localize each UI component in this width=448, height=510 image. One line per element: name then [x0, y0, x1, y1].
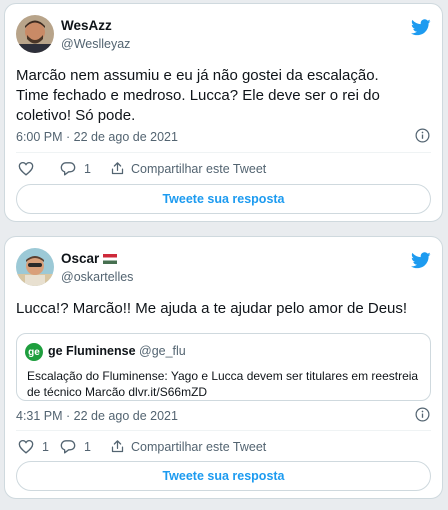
quoted-tweet[interactable]: ge ge Fluminense @ge_flu Escalação do Fl…	[16, 333, 431, 401]
divider	[16, 430, 431, 431]
quoted-display-name: ge Fluminense	[48, 344, 136, 358]
hungary-flag-icon	[103, 254, 118, 264]
tweet-text: Lucca!? Marcão!! Me ajuda a te ajudar pe…	[16, 299, 432, 319]
user-handle[interactable]: @oskartelles	[61, 270, 133, 284]
heart-icon	[18, 439, 34, 454]
reply-button[interactable]: Tweete sua resposta	[16, 184, 431, 214]
like-count: 1	[42, 439, 49, 454]
tweet-header: Oscar @oskartelles	[16, 248, 431, 288]
tweet-text-line: Lucca!? Marcão!! Me ajuda a te ajudar pe…	[16, 300, 408, 317]
avatar[interactable]	[16, 248, 54, 286]
heart-icon	[18, 161, 34, 176]
display-name-text: Oscar	[61, 251, 100, 266]
like-button[interactable]	[18, 161, 42, 176]
info-icon[interactable]	[415, 128, 430, 143]
reply-count: 1	[84, 439, 91, 454]
tweet-card: WesAzz @Weslleyaz Marcão nem assumiu e e…	[4, 3, 443, 222]
reply-count: 1	[84, 161, 91, 176]
share-label: Compartilhar este Tweet	[131, 161, 267, 176]
ge-logo-icon: ge	[25, 343, 43, 361]
tweet-actions: 1 Compartilhar este Tweet	[16, 161, 431, 181]
share-button[interactable]: Compartilhar este Tweet	[110, 439, 266, 454]
tweet-text-line: Marcão nem assumiu e eu já não gostei da…	[16, 67, 379, 84]
tweet-timestamp[interactable]: 6:00 PM · 22 de ago de 2021	[16, 130, 178, 144]
reply-button[interactable]: Tweete sua resposta	[16, 461, 431, 491]
divider	[16, 152, 431, 153]
tweet-timestamp[interactable]: 4:31 PM · 22 de ago de 2021	[16, 409, 178, 423]
quoted-handle: @ge_flu	[139, 344, 186, 358]
share-arrow-icon	[111, 440, 124, 453]
share-arrow-icon	[111, 162, 124, 175]
reply-action[interactable]: 1	[60, 161, 91, 176]
twitter-bird-icon[interactable]	[411, 19, 431, 36]
twitter-bird-icon[interactable]	[411, 252, 431, 269]
tweet-card: Oscar @oskartelles Lucca!? Marcão!! Me a…	[4, 236, 443, 499]
display-name[interactable]: Oscar	[61, 251, 118, 266]
reply-action[interactable]: 1	[60, 439, 91, 454]
quoted-text-line: Escalação do Fluminense: Yago e Lucca de…	[27, 369, 419, 383]
tweet-actions: 1 1 Compartilhar este Tweet	[16, 439, 431, 459]
reply-bubble-icon	[60, 440, 76, 454]
share-label: Compartilhar este Tweet	[131, 439, 267, 454]
user-handle[interactable]: @Weslleyaz	[61, 37, 130, 51]
quoted-text: Escalação do Fluminense: Yago e Lucca de…	[27, 368, 420, 400]
tweet-text-line: coletivo! Só pode.	[16, 107, 136, 124]
reply-bubble-icon	[60, 162, 76, 176]
avatar[interactable]	[16, 15, 54, 53]
share-button[interactable]: Compartilhar este Tweet	[110, 161, 266, 176]
tweet-text: Marcão nem assumiu e eu já não gostei da…	[16, 66, 432, 126]
tweet-text-line: Time fechado e medroso. Lucca? Ele deve …	[16, 87, 380, 104]
info-icon[interactable]	[415, 407, 430, 422]
tweet-header: WesAzz @Weslleyaz	[16, 15, 431, 55]
like-button[interactable]: 1	[18, 439, 49, 454]
display-name[interactable]: WesAzz	[61, 18, 112, 33]
quoted-text-line: de técnico Marcão dlvr.it/S66mZD	[27, 385, 208, 399]
